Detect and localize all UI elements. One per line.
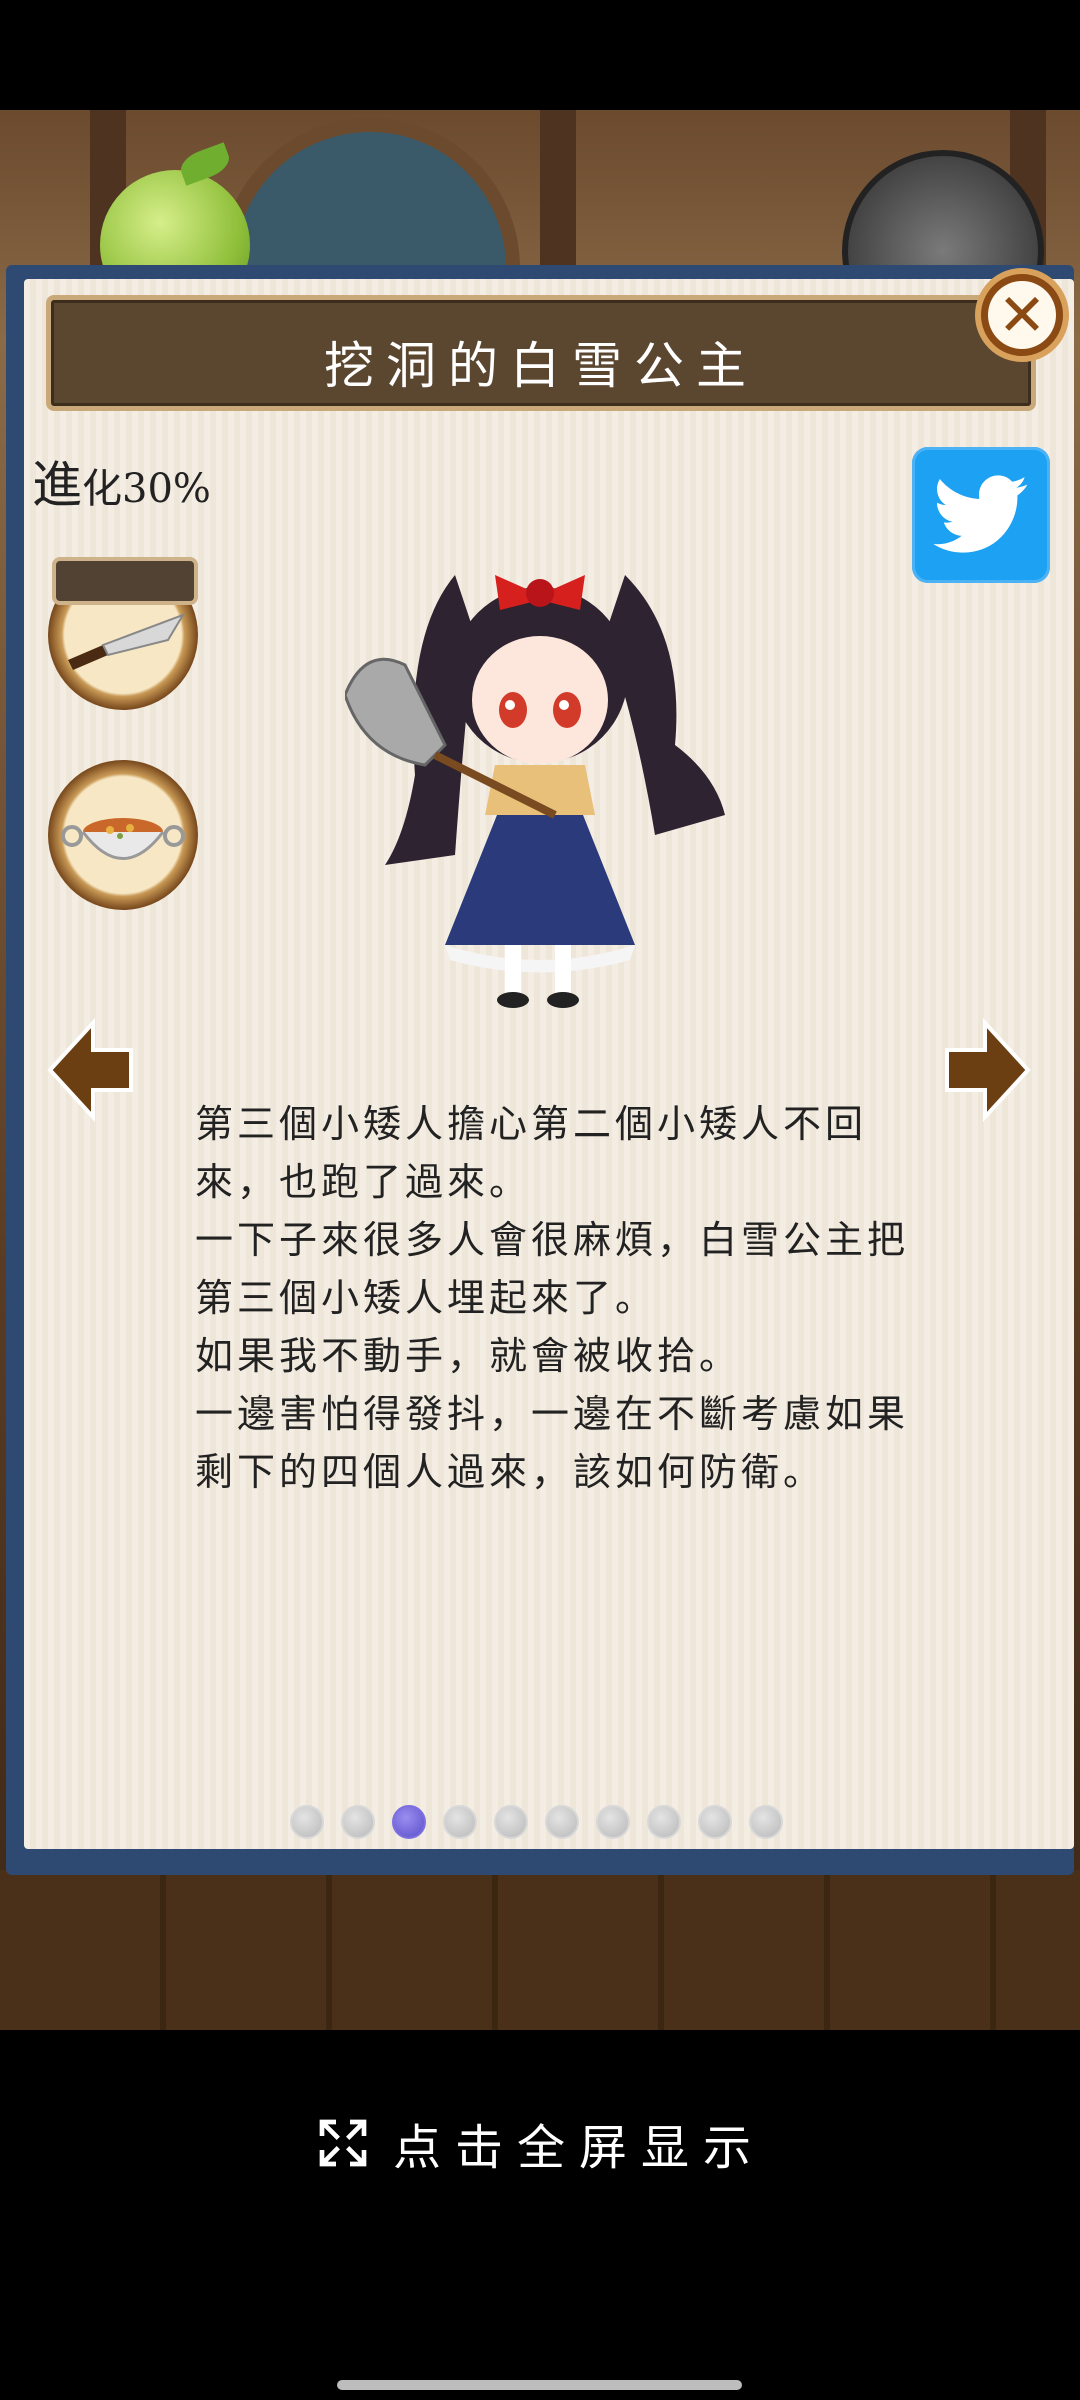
soup-item[interactable] [48,760,198,910]
page-dot[interactable] [392,1805,426,1839]
page-dot[interactable] [443,1805,477,1839]
arrow-right-icon [945,1017,1031,1123]
title-bar: 挖洞的白雪公主 [46,295,1036,411]
story-paragraph: 一邊害怕得發抖，一邊在不斷考慮如果剩下的四個人過來，該如何防衛。 [195,1392,910,1494]
story-paragraph: 第三個小矮人擔心第二個小矮人不回來，也跑了過來。 [195,1102,868,1204]
page-dot[interactable] [341,1805,375,1839]
fullscreen-label: 点击全屏显示 [392,2120,765,2176]
game-screen: 挖洞的白雪公主 ✕ 進化30% 第三個小矮人擔心第二個小矮人不回來，也跑了過來。… [0,0,1080,2400]
page-dot[interactable] [698,1805,732,1839]
evolution-value: 化30% [82,466,211,512]
prev-page-button[interactable] [45,1015,135,1125]
story-paragraph: 如果我不動手，就會被收拾。 [195,1334,742,1378]
page-dot[interactable] [545,1805,579,1839]
fullscreen-prompt[interactable]: 点击全屏显示 [0,2108,1080,2178]
evolution-prefix: 進 [32,456,82,514]
expand-icon [319,2119,367,2167]
page-title: 挖洞的白雪公主 [324,337,758,395]
page-dot[interactable] [290,1805,324,1839]
snow-white-character [345,575,725,1008]
next-page-button[interactable] [943,1015,1033,1125]
home-indicator[interactable] [337,2380,742,2390]
page-dot[interactable] [647,1805,681,1839]
page-indicator [290,1805,783,1839]
page-dot[interactable] [596,1805,630,1839]
twitter-bird-icon [933,475,1028,553]
wood-floor [0,1870,1080,2030]
item-label-box [52,557,198,605]
close-button[interactable]: ✕ [975,268,1069,362]
page-dot[interactable] [494,1805,528,1839]
page-dot[interactable] [749,1805,783,1839]
story-paragraph: 一下子來很多人會很麻煩，白雪公主把第三個小矮人埋起來了。 [195,1218,910,1320]
twitter-share-button[interactable] [912,447,1050,583]
arrow-left-icon [47,1017,133,1123]
story-text: 第三個小矮人擔心第二個小矮人不回來，也跑了過來。 一下子來很多人會很麻煩，白雪公… [195,1095,915,1501]
evolution-progress: 進化30% [32,445,211,517]
close-icon: ✕ [988,281,1056,349]
soup-bowl-icon [61,818,185,860]
